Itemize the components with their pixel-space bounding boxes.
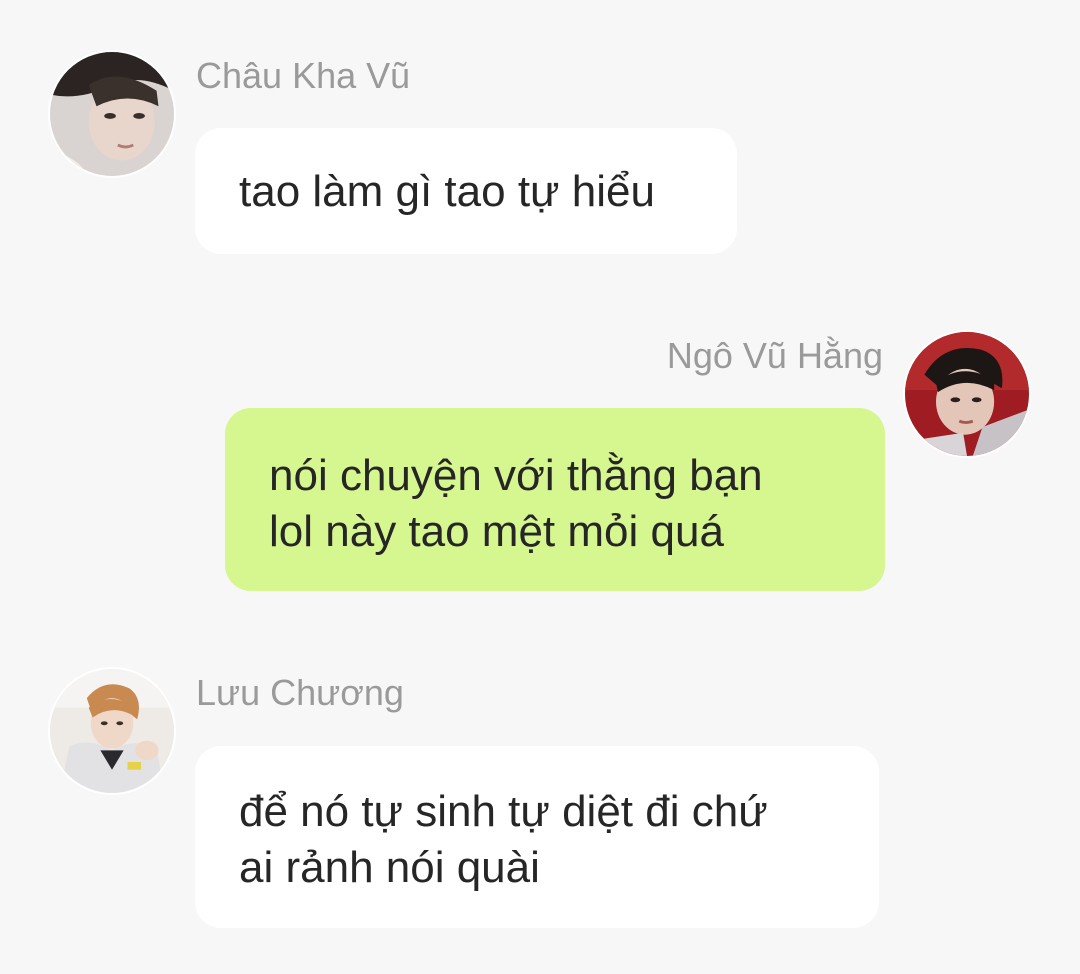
avatar-photo [905,332,1029,456]
message-text: ai rảnh nói quài [239,843,540,892]
avatar[interactable] [48,667,176,795]
message-text: để nó tự sinh tự diệt đi chứ [239,787,768,836]
message-bubble-incoming[interactable]: tao làm gì tao tự hiểu [195,128,737,254]
avatar-photo [50,52,174,176]
avatar-photo [50,669,174,793]
sender-name: Lưu Chương [196,672,404,713]
avatar[interactable] [48,50,176,178]
avatar[interactable] [903,330,1031,458]
message-bubble-incoming[interactable]: để nó tự sinh tự diệt đi chứ ai rảnh nói… [195,746,879,928]
message-text: lol này tao mệt mỏi quá [269,507,724,556]
message-bubble-outgoing[interactable]: nói chuyện với thằng bạn lol này tao mệt… [225,408,885,591]
message-text: nói chuyện với thằng bạn [269,451,763,500]
message-text: tao làm gì tao tự hiểu [239,167,655,216]
sender-name: Ngô Vũ Hằng [666,335,883,376]
sender-name: Châu Kha Vũ [196,55,411,96]
